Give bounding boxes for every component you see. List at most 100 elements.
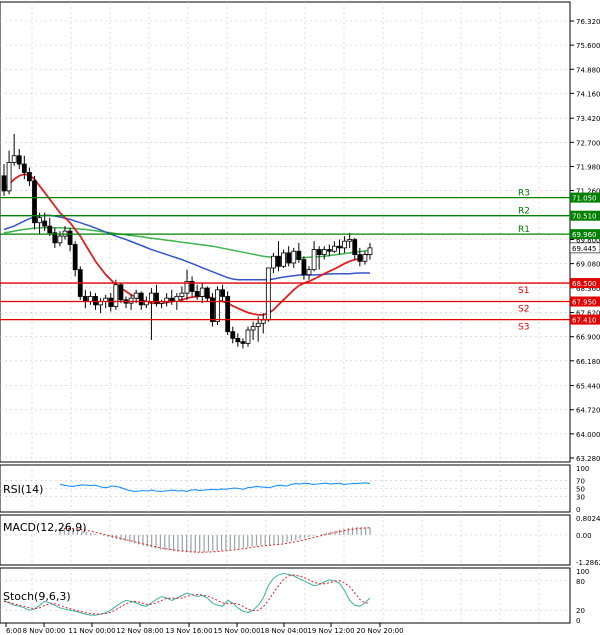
macd-tick-label: 0.8024	[576, 515, 600, 523]
candle-bull	[88, 296, 93, 302]
y-tick-label: 74.880	[576, 66, 600, 74]
y-tick-label: 66.180	[576, 358, 600, 366]
y-tick-label: 63.280	[576, 455, 600, 463]
candle-bear	[337, 245, 342, 249]
candle-bull	[128, 297, 134, 304]
x-tick-label: 18 Nov 04:00	[260, 627, 307, 635]
rsi-tick-label: 50	[576, 486, 585, 494]
candle-bull	[149, 292, 154, 302]
candle-bull	[321, 249, 327, 255]
level-name-s3: S3	[518, 323, 529, 333]
x-tick-label: 13 Nov 16:00	[165, 627, 212, 635]
rsi-tick-label: 30	[576, 494, 585, 502]
candle-bull	[291, 250, 297, 264]
level-price-label: 67.410	[572, 317, 597, 325]
candle-bear	[240, 341, 246, 344]
y-tick-label: 65.440	[576, 383, 600, 391]
candle-bull	[245, 329, 251, 344]
candle-bull	[215, 289, 220, 323]
macd-label: MACD(12,26,9)	[3, 521, 87, 534]
candle-bear	[72, 244, 78, 271]
candle-bull	[367, 247, 373, 255]
candle-bull	[179, 292, 185, 297]
stoch-tick-label: 20	[576, 607, 585, 615]
candle-bear	[42, 220, 48, 227]
candle-bull	[306, 269, 312, 276]
level-name-r1: R1	[518, 225, 530, 235]
y-tick-label: 64.000	[576, 431, 600, 439]
candle-bull	[113, 284, 119, 307]
panel-main	[0, 1, 571, 463]
candle-bear	[67, 230, 73, 245]
x-tick-label: 11 Nov 00:00	[68, 627, 115, 635]
candle-bull	[342, 240, 347, 249]
level-name-s1: S1	[518, 286, 529, 296]
candle-bull	[260, 319, 266, 324]
y-tick-label: 69.080	[576, 261, 600, 269]
x-tick-label: 15 Nov 00:00	[213, 627, 260, 635]
candle-bull	[311, 249, 317, 271]
candle-bull	[133, 292, 139, 299]
candle-bear	[47, 225, 53, 234]
y-tick-label: 64.720	[576, 407, 600, 415]
y-tick-label: 74.160	[576, 90, 600, 98]
rsi-tick-label: 0	[576, 506, 580, 514]
candle-bear	[16, 155, 22, 165]
y-tick-label: 73.420	[576, 115, 600, 123]
level-name-s2: S2	[518, 304, 529, 314]
stoch-label: Stoch(9,6,3)	[3, 590, 71, 603]
level-price-label: 68.500	[572, 280, 597, 288]
candle-bear	[194, 291, 200, 297]
candle-bear	[301, 259, 307, 276]
candle-bear	[93, 296, 98, 306]
candle-bull	[281, 252, 286, 267]
candle-bull	[332, 245, 337, 252]
stoch-tick-label: 0	[576, 617, 580, 625]
candle-bear	[316, 249, 322, 255]
chart: 76.320 75.600 74.880 74.160 73.420 72.700 71.9…	[0, 1, 600, 635]
y-tick-label: 71.980	[576, 163, 600, 171]
candle-bear	[118, 284, 124, 301]
y-tick-label: 76.320	[576, 18, 600, 26]
candle-bear	[138, 292, 144, 306]
candle-bull	[255, 322, 261, 328]
candle-bear	[357, 254, 363, 262]
candle-bull	[265, 267, 271, 321]
candle-bear	[276, 255, 281, 267]
candle-bear	[108, 297, 114, 307]
candle-bull	[11, 155, 17, 163]
x-tick-label: 19 Nov 12:00	[307, 627, 354, 635]
candle-bear	[352, 239, 358, 255]
stoch-tick-label: 80	[576, 578, 585, 586]
candle-bear	[27, 172, 32, 182]
panel-stoch	[0, 567, 571, 624]
rsi-tick-label: 70	[576, 477, 585, 485]
candle-bear	[1, 175, 7, 192]
candle-bear	[326, 249, 332, 252]
candle-bull	[271, 255, 276, 269]
level-price-label: 67.950	[572, 298, 597, 306]
candle-bear	[286, 252, 292, 264]
candle-bull	[174, 296, 180, 302]
macd-tick-label: -1.2862	[576, 559, 600, 567]
candle-bear	[32, 180, 37, 224]
candle-bear	[204, 287, 210, 299]
x-tick-label: 12 Nov 08:00	[116, 627, 163, 635]
y-tick-label: 66.900	[576, 334, 600, 342]
rsi-tick-label: 100	[576, 465, 589, 473]
level-name-r3: R3	[518, 189, 530, 199]
candle-bear	[82, 296, 88, 302]
level-name-r2: R2	[518, 207, 530, 217]
current-price-label: 69.445	[572, 245, 597, 253]
level-price-label: 69.960	[572, 231, 597, 239]
candle-bull	[250, 326, 256, 331]
x-tick-label: 8 Nov 00:00	[23, 627, 66, 635]
candle-bear	[230, 331, 236, 339]
x-tick-label: 20 Nov 20:00	[356, 627, 403, 635]
level-price-label: 70.510	[572, 213, 597, 221]
candle-bear	[220, 289, 225, 297]
candle-bear	[21, 163, 27, 173]
candle-bull	[57, 235, 63, 244]
x-tick-label: 6:00	[6, 627, 22, 635]
stoch-tick-label: 100	[576, 568, 589, 576]
